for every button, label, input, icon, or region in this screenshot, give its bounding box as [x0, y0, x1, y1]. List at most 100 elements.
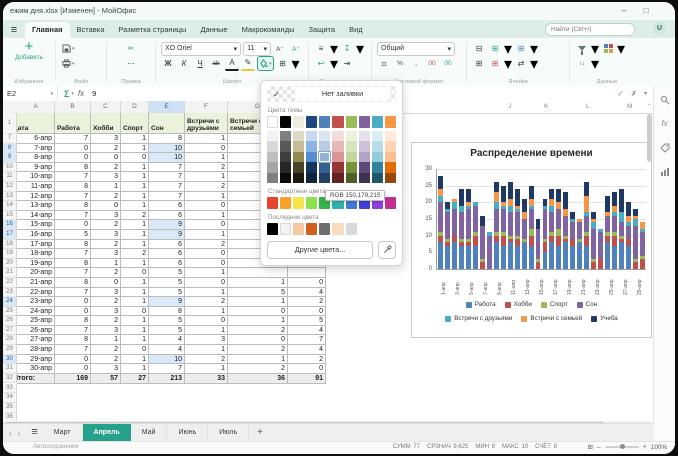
increase-decimal-button[interactable]: 00: [441, 57, 455, 70]
theme-color-swatch[interactable]: [359, 116, 370, 128]
cell[interactable]: 0: [121, 153, 149, 163]
cell[interactable]: 24-апр: [17, 307, 55, 317]
scroll-up-icon[interactable]: ⌃: [647, 103, 652, 110]
column-header-A[interactable]: A: [17, 101, 55, 113]
cell[interactable]: 5: [55, 230, 91, 240]
strikethrough-button[interactable]: ab: [209, 57, 223, 70]
cell[interactable]: 3: [91, 288, 121, 298]
formula-input[interactable]: 9: [92, 89, 96, 98]
cell[interactable]: 0: [121, 268, 149, 278]
cell[interactable]: 0: [185, 249, 228, 259]
cell[interactable]: 1: [121, 163, 149, 173]
stacked-bar[interactable]: [445, 202, 450, 269]
recent-color-swatch[interactable]: [280, 223, 291, 235]
cell[interactable]: 2: [91, 163, 121, 173]
cell[interactable]: 4: [288, 288, 326, 298]
cell[interactable]: 12-апр: [17, 192, 55, 202]
totals-label-cell[interactable]: Итого:: [17, 374, 55, 384]
cell[interactable]: 8: [55, 240, 91, 250]
column-header-J[interactable]: J: [508, 101, 511, 113]
percent-format-button[interactable]: %: [393, 57, 407, 70]
confirm-icon[interactable]: ✓: [617, 89, 623, 98]
cell[interactable]: 13-апр: [17, 201, 55, 211]
thousands-separator-button[interactable]: ,: [409, 57, 423, 70]
cell[interactable]: 6-апр: [17, 134, 55, 144]
cell[interactable]: 1: [121, 201, 149, 211]
decrease-font-button[interactable]: A⁻: [273, 42, 287, 55]
cell[interactable]: 2: [91, 240, 121, 250]
cell[interactable]: 2: [91, 297, 121, 307]
stacked-bar[interactable]: [598, 229, 603, 269]
cell[interactable]: 19-апр: [17, 259, 55, 269]
cell[interactable]: 1: [185, 172, 228, 182]
italic-button[interactable]: К: [177, 57, 191, 70]
cell[interactable]: 9-апр: [17, 163, 55, 173]
tint-color-swatch[interactable]: [346, 131, 357, 141]
tint-color-swatch[interactable]: [306, 141, 317, 151]
recent-color-swatch[interactable]: [293, 223, 304, 235]
stacked-bar[interactable]: [508, 182, 513, 269]
cell[interactable]: 8: [55, 278, 91, 288]
cell[interactable]: 1: [121, 335, 149, 345]
column-header-D[interactable]: D: [121, 101, 149, 113]
cell[interactable]: 30-апр: [17, 364, 55, 374]
stacked-bar[interactable]: [543, 199, 548, 269]
stacked-bar[interactable]: [480, 216, 485, 269]
cell[interactable]: 8: [149, 307, 185, 317]
cell[interactable]: 0: [228, 307, 288, 317]
tint-color-swatch[interactable]: [319, 131, 330, 141]
cell[interactable]: 1: [185, 211, 228, 221]
sheet-tab-апрель[interactable]: Апрель: [83, 424, 131, 442]
tint-color-swatch[interactable]: [372, 173, 383, 183]
row-header-23[interactable]: 23: [3, 288, 17, 298]
cell[interactable]: 7: [55, 172, 91, 182]
tint-color-swatch[interactable]: [306, 173, 317, 183]
header-cell[interactable]: Спорт: [121, 113, 149, 134]
row-header-35[interactable]: 35: [3, 403, 17, 413]
tint-color-swatch[interactable]: [293, 162, 304, 172]
row-header-27[interactable]: 27: [3, 326, 17, 336]
tint-color-swatch[interactable]: [359, 162, 370, 172]
fill-color-caret-icon[interactable]: ▾: [269, 61, 272, 67]
legend-item[interactable]: Хобби: [505, 301, 532, 308]
highlight-color-button[interactable]: ✎: [241, 56, 255, 71]
cell[interactable]: 7: [149, 163, 185, 173]
tint-color-swatch[interactable]: [267, 162, 278, 172]
cell[interactable]: 0: [288, 364, 326, 374]
cell[interactable]: 2: [288, 355, 326, 365]
row-header-9[interactable]: 9: [3, 153, 17, 163]
cell[interactable]: 9: [149, 220, 185, 230]
tint-color-swatch[interactable]: [293, 173, 304, 183]
totals-cell[interactable]: 57: [91, 374, 121, 384]
autosum-caret-icon[interactable]: ▾: [71, 91, 74, 97]
cell[interactable]: 1: [121, 134, 149, 144]
stacked-bar[interactable]: [529, 186, 534, 269]
cell[interactable]: 3: [91, 172, 121, 182]
legend-item[interactable]: Встречи с семьей: [521, 315, 582, 322]
cell[interactable]: 16-апр: [17, 230, 55, 240]
row-header-25[interactable]: 25: [3, 307, 17, 317]
cell[interactable]: 4: [149, 335, 185, 345]
cell[interactable]: 0: [185, 316, 228, 326]
cell[interactable]: 7: [55, 134, 91, 144]
more-colors-button[interactable]: Другие цвета...: [267, 241, 373, 259]
totals-cell[interactable]: 213: [149, 374, 185, 384]
cell[interactable]: 1: [121, 364, 149, 374]
row-header-10[interactable]: 10: [3, 163, 17, 173]
tint-color-swatch[interactable]: [319, 173, 330, 183]
cell[interactable]: 0: [55, 144, 91, 154]
cell[interactable]: 14-апр: [17, 211, 55, 221]
totals-cell[interactable]: 33: [185, 374, 228, 384]
cell[interactable]: 4: [288, 345, 326, 355]
cell[interactable]: 1: [185, 307, 228, 317]
theme-color-swatch[interactable]: [319, 116, 330, 128]
font-size-select[interactable]: 11▾: [243, 42, 271, 56]
stacked-bar[interactable]: [584, 182, 589, 269]
row-header-33[interactable]: 33: [3, 384, 17, 394]
row-header-26[interactable]: 26: [3, 316, 17, 326]
cell[interactable]: 5: [149, 268, 185, 278]
font-color-button[interactable]: А: [225, 56, 239, 71]
tint-color-swatch[interactable]: [346, 152, 357, 162]
totals-cell[interactable]: 91: [288, 374, 326, 384]
sort-button[interactable]: ↑↓: [575, 57, 589, 70]
